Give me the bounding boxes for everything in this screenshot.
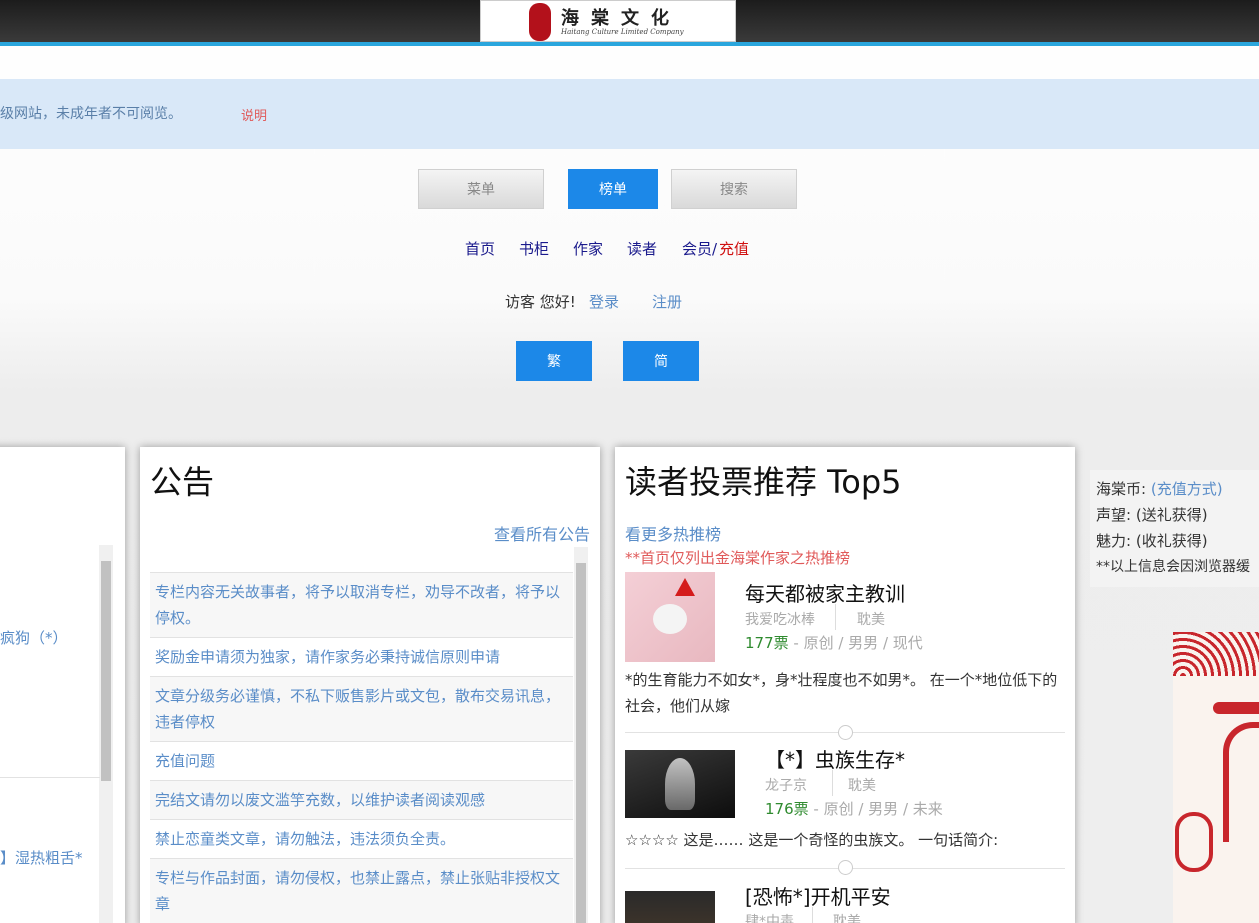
register-link[interactable]: 注册 [652,291,682,312]
book-stats: 177票 - 原创 / 男男 / 现代 [745,632,923,653]
reputation-row: 声望: (送礼获得) [1096,504,1208,525]
book-description: ☆☆☆☆ 这是…… 这是一个奇怪的虫族文。 一句话简介: [625,831,999,849]
vote-count: 176票 [765,800,809,818]
notice-explain-link[interactable]: 说明 [241,105,267,124]
announcement-item[interactable]: 专栏与作品封面，请勿侵权，也禁止露点，禁止张贴非授权文章 [150,858,573,923]
charm-row: 魅力: (收礼获得) [1096,530,1208,551]
announcement-scroll-thumb[interactable] [576,563,586,923]
left-card-divider [0,777,100,778]
announcement-item[interactable]: 禁止恋童类文章，请勿触法，违法须负全责。 [150,819,573,858]
logo-title: 海棠文化 [561,8,681,29]
book-title[interactable]: 【*】虫族生存* [765,744,905,773]
santa-hat-icon [675,578,695,596]
meta-separator [832,770,833,796]
meta-separator [812,907,813,923]
coins-label: 海棠币: [1096,480,1147,498]
book-cover-image[interactable] [625,750,735,818]
book-author[interactable]: 龙子京 [765,775,807,795]
pavilion-arch-icon [1223,722,1259,842]
announcement-item[interactable]: 充值问题 [150,741,573,780]
tab-search[interactable]: 搜索 [671,169,797,209]
coins-row: 海棠币: (充值方式) [1096,478,1223,499]
left-card-scroll-thumb[interactable] [101,561,111,781]
logo-subtitle: Haitang Culture Limited Company [561,28,684,36]
book-title[interactable]: 每天都被家主教训 [745,578,905,607]
user-currency-panel: 海棠币: (充值方式) 声望: (送礼获得) 魅力: (收礼获得) **以上信息… [1090,470,1259,587]
announcement-card: 公告 查看所有公告 专栏内容无关故事者，将予以取消专栏，劝导不改者，将予以停权。… [140,447,600,923]
left-list-item[interactable]: 】湿热粗舌* [0,847,83,868]
login-link[interactable]: 登录 [589,291,619,312]
book-author[interactable]: 肆*中毒 [745,911,794,923]
age-notice-banner: 级网站，未成年者不可阅览。 说明 [0,79,1259,149]
seal-icon [529,3,551,41]
announcement-item[interactable]: 文章分级务必谨慎，不私下贩售影片或文包，散布交易讯息，违者停权 [150,676,573,741]
ranking-item[interactable]: 【*】虫族生存* 龙子京 耽美 176票 - 原创 / 男男 / 未来 ☆☆☆☆… [625,748,1065,870]
nav-member-link[interactable]: 会员/ [682,238,717,259]
book-author[interactable]: 我爱吃冰棒 [745,609,815,629]
nav-home-link[interactable]: 首页 [465,238,495,259]
ranking-note: **首页仅列出金海棠作家之热推榜 [625,549,851,567]
announcement-scrollbar[interactable] [574,547,588,923]
ranking-item[interactable]: [恐怖*]开机平安 肆*中毒 耽美 [625,885,1065,923]
ranking-item[interactable]: 每天都被家主教训 我爱吃冰棒 耽美 177票 - 原创 / 男男 / 现代 *的… [625,572,1065,732]
book-tags: - 原创 / 男男 / 未来 [808,800,943,818]
cat-photo-icon [653,604,687,634]
book-title[interactable]: [恐怖*]开机平安 [745,881,891,910]
book-cover-image[interactable] [625,891,715,923]
book-category: 耽美 [857,612,885,628]
charm-label: 魅力: [1096,532,1132,550]
announcement-item[interactable]: 奖励金申请须为独家，请作家务必秉持诚信原则申请 [150,637,573,676]
book-stats: 176票 - 原创 / 男男 / 未来 [765,798,943,819]
angel-wing-icon [665,758,695,810]
nav-reader-link[interactable]: 读者 [627,238,657,259]
charm-value: (收礼获得) [1135,532,1208,550]
decorative-banner-image[interactable] [1173,632,1259,923]
reputation-value: (送礼获得) [1135,506,1208,524]
nav-recharge-link[interactable]: 充值 [719,238,749,259]
visitor-greeting: 访客 您好! [505,293,576,311]
view-all-announcements-link[interactable]: 查看所有公告 [494,521,590,545]
book-tags: - 原创 / 男男 / 现代 [788,634,923,652]
announcement-title: 公告 [150,463,215,501]
book-category: 耽美 [848,778,876,794]
top-accent-line [0,42,1259,46]
left-list-card: 疯狗（*） 】湿热粗舌* [0,447,125,923]
announcement-list: 专栏内容无关故事者，将予以取消专栏，劝导不改者，将予以停权。 奖励金申请须为独家… [150,572,573,923]
vote-count: 177票 [745,634,789,652]
more-hot-ranking-link[interactable]: 看更多热推榜 [625,521,721,545]
tab-menu[interactable]: 菜单 [418,169,544,209]
pavilion-roof-icon [1213,702,1259,714]
ranking-title: 读者投票推荐 Top5 [625,463,902,501]
left-card-scrollbar[interactable] [99,545,113,923]
age-notice-text: 级网站，未成年者不可阅览。 [0,106,182,122]
reader-vote-ranking-card: 读者投票推荐 Top5 看更多热推榜 **首页仅列出金海棠作家之热推榜 每天都被… [615,447,1075,923]
meta-separator [835,604,836,630]
book-description: *的生育能力不如女*，身*壮程度也不如男*。 在一个*地位低下的社会，他们从嫁 [625,671,1058,715]
nav-author-link[interactable]: 作家 [573,238,603,259]
lantern-icon [1175,812,1213,872]
divider-circle-icon [838,725,853,740]
nav-bookshelf-link[interactable]: 书柜 [519,238,549,259]
tab-ranking[interactable]: 榜单 [568,169,658,209]
wave-pattern-icon [1173,632,1259,676]
browser-cache-note: **以上信息会因浏览器缓 [1096,559,1250,575]
simplified-chinese-button[interactable]: 简 [623,341,699,381]
site-logo[interactable]: 海棠文化 Haitang Culture Limited Company [480,0,736,42]
recharge-method-link[interactable]: (充值方式) [1151,480,1223,498]
reputation-label: 声望: [1096,506,1132,524]
book-category: 耽美 [833,914,861,923]
book-cover-image[interactable] [625,572,715,662]
announcement-item[interactable]: 专栏内容无关故事者，将予以取消专栏，劝导不改者，将予以停权。 [150,572,573,637]
traditional-chinese-button[interactable]: 繁 [516,341,592,381]
announcement-item[interactable]: 完结文请勿以废文滥竽充数，以维护读者阅读观感 [150,780,573,819]
divider-circle-icon [838,860,853,875]
left-list-item[interactable]: 疯狗（*） [0,627,68,648]
